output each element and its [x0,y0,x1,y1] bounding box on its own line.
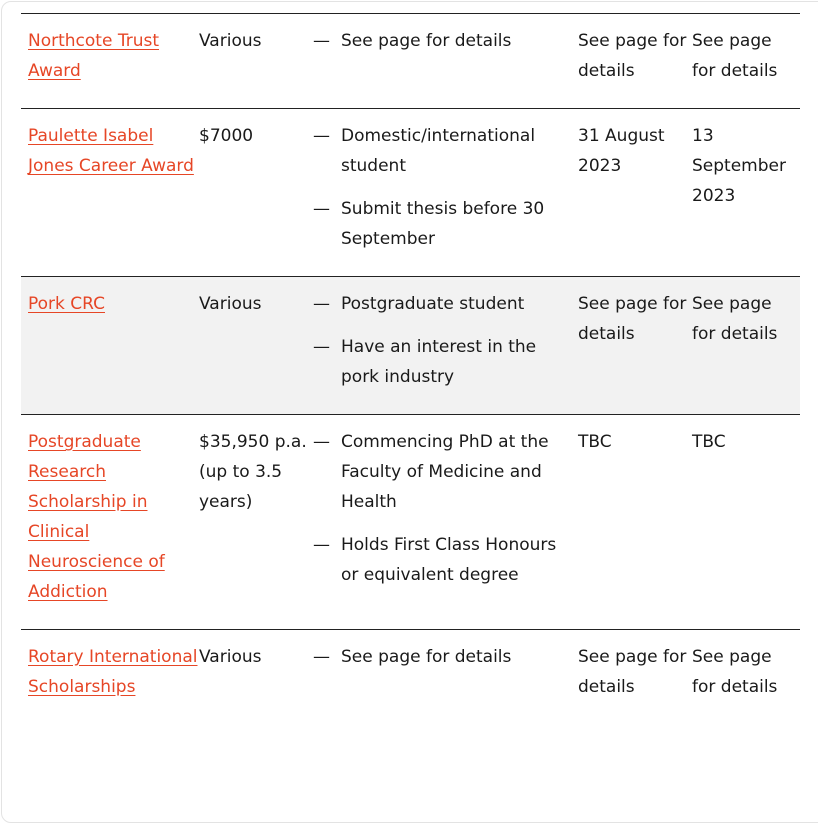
dash-bullet: — [313,535,330,555]
dash-bullet: — [313,294,330,314]
scholarship-link[interactable]: Pork CRC [28,294,105,314]
opens-cell: See page for details [578,31,687,81]
opens-cell: See page for details [578,647,687,697]
scholarship-name-cell: Northcote Trust Award [21,14,199,109]
eligibility-item: — Holds First Class Honours or equivalent… [313,530,578,590]
closes-cell: TBC [692,432,726,452]
eligibility-cell: — See page for details [313,630,578,725]
amount-cell: Various [199,31,262,51]
eligibility-cell: — Commencing PhD at the Faculty of Medici… [313,415,578,630]
table-row: Pork CRC Various — Postgraduate student — H… [21,276,800,415]
dash-bullet: — [313,126,330,146]
opens-cell: TBC [578,432,612,452]
scholarship-link[interactable]: Postgraduate Research Scholarship in Cli… [28,432,165,602]
eligibility-text: Domestic/international student [341,126,536,176]
scholarship-link[interactable]: Paulette Isabel Jones Career Award [28,126,194,176]
eligibility-cell: — Postgraduate student — Have an interest i… [313,277,578,415]
closes-cell: See page for details [692,647,778,697]
scholarships-table: Northcote Trust Award Various — See page … [21,13,800,724]
closes-cell: See page for details [692,31,778,81]
table-row: Postgraduate Research Scholarship in Cli… [21,414,800,630]
eligibility-item: — Domestic/international student [313,121,578,181]
amount-cell: Various [199,647,262,667]
closes-cell: 13 September 2023 [692,126,786,206]
eligibility-cell: — See page for details [313,14,578,109]
opens-cell: 31 August 2023 [578,126,665,176]
amount-cell: $35,950 p.a. (up to 3.5 years) [199,432,307,512]
table-row: Northcote Trust Award Various — See page … [21,13,800,109]
dash-bullet: — [313,337,330,357]
eligibility-text: See page for details [341,647,512,667]
eligibility-list: — Commencing PhD at the Faculty of Medici… [313,427,578,590]
scholarship-link[interactable]: Northcote Trust Award [28,31,159,81]
eligibility-item: — Commencing PhD at the Faculty of Medici… [313,427,578,517]
eligibility-item: — Have an interest in the pork industry [313,332,578,392]
eligibility-text: Holds First Class Honours or equivalent … [341,535,557,585]
scholarship-name-cell: Paulette Isabel Jones Career Award [21,109,199,277]
dash-bullet: — [313,647,330,667]
dash-bullet: — [313,31,330,51]
dash-bullet: — [313,199,330,219]
eligibility-item: — See page for details [313,642,578,672]
eligibility-item: — Postgraduate student [313,289,578,319]
amount-cell: $7000 [199,126,254,146]
closes-cell: See page for details [692,294,778,344]
scholarship-link[interactable]: Rotary International Scholarships [28,647,198,697]
eligibility-text: Commencing PhD at the Faculty of Medicin… [341,432,549,512]
eligibility-item: — Submit thesis before 30 September [313,194,578,254]
scholarship-name-cell: Postgraduate Research Scholarship in Cli… [21,415,199,630]
dash-bullet: — [313,432,330,452]
eligibility-list: — See page for details [313,642,578,672]
eligibility-list: — See page for details [313,26,578,56]
scholarship-name-cell: Pork CRC [21,277,199,415]
eligibility-list: — Postgraduate student — Have an interest i… [313,289,578,392]
amount-cell: Various [199,294,262,314]
eligibility-text: See page for details [341,31,512,51]
eligibility-item: — See page for details [313,26,578,56]
eligibility-text: Submit thesis before 30 September [341,199,545,249]
eligibility-list: — Domestic/international student — Submit t… [313,121,578,254]
scholarship-name-cell: Rotary International Scholarships [21,630,199,725]
table-row: Rotary International Scholarships Variou… [21,629,800,725]
eligibility-text: Have an interest in the pork industry [341,337,537,387]
eligibility-text: Postgraduate student [341,294,525,314]
eligibility-cell: — Domestic/international student — Submit t… [313,109,578,277]
opens-cell: See page for details [578,294,687,344]
table-row: Paulette Isabel Jones Career Award $7000… [21,108,800,277]
